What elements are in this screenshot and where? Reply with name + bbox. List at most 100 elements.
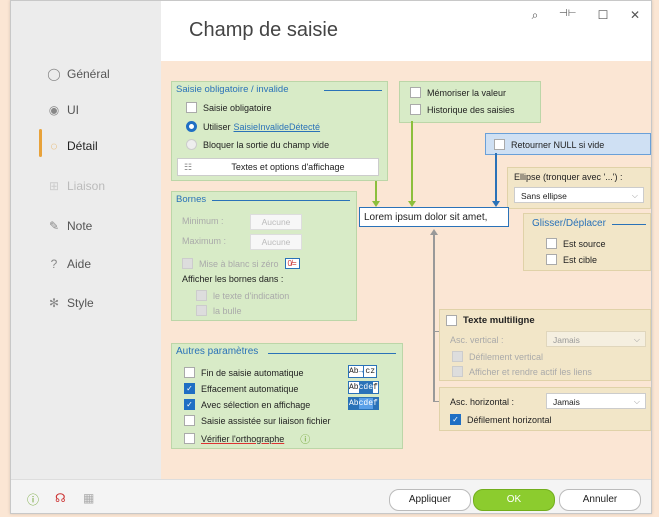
sidebar-item-label: Note bbox=[67, 219, 93, 233]
est-source-row[interactable]: Est source bbox=[546, 238, 606, 249]
asc-vertical-select: Jamais ⌵ bbox=[546, 331, 646, 347]
saisie-obligatoire-row[interactable]: Saisie obligatoire bbox=[186, 102, 272, 113]
autres-panel: Autres paramètres Fin de saisie automati… bbox=[171, 343, 403, 449]
help-icon[interactable]: ⓘ bbox=[300, 431, 310, 446]
defil-vertical-row: Défilement vertical bbox=[452, 351, 543, 362]
effacement-label: Effacement automatique bbox=[201, 383, 299, 394]
active-nav-indicator bbox=[39, 129, 42, 157]
saisie-panel: Saisie obligatoire / invalide Saisie obl… bbox=[171, 81, 388, 181]
bornes-panel: Bornes Minimum : Aucune Maximum : Aucune… bbox=[171, 191, 357, 321]
checkbox[interactable]: ✓ bbox=[184, 399, 195, 410]
ok-button[interactable]: OK bbox=[473, 489, 555, 511]
checkbox[interactable]: ✓ bbox=[184, 383, 195, 394]
checkbox[interactable] bbox=[184, 367, 195, 378]
bornes-heading: Bornes bbox=[176, 194, 207, 205]
ellipse-select[interactable]: Sans ellipse ⌵ bbox=[514, 187, 644, 203]
link-icon: ⊞ bbox=[48, 179, 60, 193]
mise-blanc-row: Mise à blanc si zéro 0̸= bbox=[182, 258, 300, 269]
checkbox[interactable] bbox=[184, 433, 195, 444]
autres-heading: Autres paramètres bbox=[176, 346, 259, 357]
heading-divider bbox=[324, 90, 382, 91]
settings-icon: ☷ bbox=[183, 161, 193, 172]
sample-text: cz bbox=[363, 366, 376, 377]
assistee-row[interactable]: Saisie assistée sur liaison fichier bbox=[184, 415, 331, 426]
checkbox bbox=[196, 290, 207, 301]
maximum-label: Maximum : bbox=[182, 236, 227, 246]
sidebar-item-note[interactable]: ✎ Note bbox=[47, 219, 92, 233]
sample-selection: cde bbox=[358, 382, 374, 393]
sample-text: Ab bbox=[349, 367, 359, 376]
sample-text: Ab bbox=[349, 399, 359, 408]
dialog-window: Champ de saisie ⌕ ⊣⊢ ☐ ✕ ◯ Général ◉ UI … bbox=[10, 0, 652, 514]
sidebar-item-aide[interactable]: ? Aide bbox=[47, 257, 91, 271]
sidebar-item-style[interactable]: ✻ Style bbox=[47, 296, 94, 310]
sidebar-item-label: Aide bbox=[67, 257, 92, 271]
defil-horizontal-row[interactable]: ✓ Défilement horizontal bbox=[450, 414, 552, 425]
search-icon[interactable]: ⌕ bbox=[527, 8, 543, 23]
texte-indication-label: le texte d'indication bbox=[213, 290, 290, 301]
close-icon[interactable]: ✕ bbox=[627, 8, 643, 22]
sidebar-item-detail[interactable]: ◌ Détail bbox=[47, 139, 97, 153]
ellipse-value: Sans ellipse bbox=[521, 191, 567, 201]
radio-button[interactable] bbox=[186, 121, 197, 132]
fin-saisie-row[interactable]: Fin de saisie automatique bbox=[184, 367, 304, 378]
asc-vertical-label: Asc. vertical : bbox=[450, 335, 504, 345]
style-palette-icon[interactable]: ☊ bbox=[55, 491, 66, 505]
saisie-invalide-link[interactable]: SaisieInvalideDétecté bbox=[234, 122, 321, 132]
retourner-null-panel: Retourner NULL si vide bbox=[485, 133, 651, 155]
maximize-icon[interactable]: ☐ bbox=[595, 8, 611, 22]
grid-icon[interactable]: ▦ bbox=[83, 491, 94, 505]
radio-circle-icon: ◯ bbox=[47, 67, 61, 81]
fin-saisie-sample: Ab → cz bbox=[348, 365, 378, 378]
historique-label: Historique des saisies bbox=[427, 104, 515, 115]
checkbox bbox=[452, 366, 463, 377]
checkbox[interactable] bbox=[410, 87, 421, 98]
saisie-obligatoire-label: Saisie obligatoire bbox=[203, 102, 272, 113]
retourner-null-row[interactable]: Retourner NULL si vide bbox=[494, 139, 604, 150]
checkbox[interactable] bbox=[546, 254, 557, 265]
zero-blank-icon: 0̸= bbox=[284, 258, 300, 269]
detail-icon: ◌ bbox=[50, 139, 58, 153]
connector-line bbox=[411, 121, 413, 203]
historique-row[interactable]: Historique des saisies bbox=[410, 104, 515, 115]
bloquer-label: Bloquer la sortie du champ vide bbox=[203, 139, 330, 150]
bloquer-row[interactable]: Bloquer la sortie du champ vide bbox=[186, 139, 329, 150]
appliquer-button[interactable]: Appliquer bbox=[389, 489, 471, 511]
est-cible-row[interactable]: Est cible bbox=[546, 254, 597, 265]
asc-horizontal-select[interactable]: Jamais ⌵ bbox=[546, 393, 646, 409]
chevron-down-icon: ⌵ bbox=[631, 191, 638, 200]
checkbox[interactable] bbox=[546, 238, 557, 249]
effacement-row[interactable]: ✓ Effacement automatique bbox=[184, 383, 298, 394]
multiligne-row[interactable]: Texte multiligne bbox=[446, 315, 535, 326]
utiliser-label: Utiliser bbox=[203, 121, 231, 132]
help-icon[interactable]: ⓘ bbox=[27, 491, 39, 508]
annuler-button[interactable]: Annuler bbox=[559, 489, 641, 511]
checkbox[interactable] bbox=[410, 104, 421, 115]
ellipse-panel: Ellipse (tronquer avec '...') : Sans ell… bbox=[507, 167, 651, 209]
checkbox[interactable] bbox=[184, 415, 195, 426]
memoriser-row[interactable]: Mémoriser la valeur bbox=[410, 87, 506, 98]
avec-selection-row[interactable]: ✓ Avec sélection en affichage bbox=[184, 399, 310, 410]
radio-button[interactable] bbox=[186, 139, 197, 150]
textes-options-button[interactable]: ☷ Textes et options d'affichage bbox=[177, 158, 379, 176]
sidebar-item-general[interactable]: ◯ Général bbox=[47, 67, 109, 81]
defil-horizontal-label: Défilement horizontal bbox=[467, 414, 552, 425]
memoriser-label: Mémoriser la valeur bbox=[427, 87, 507, 98]
saisie-heading: Saisie obligatoire / invalide bbox=[176, 84, 289, 95]
checkbox[interactable] bbox=[446, 315, 457, 326]
afficher-liens-row: Afficher et rendre actif les liens bbox=[452, 366, 592, 377]
heading-divider bbox=[268, 353, 396, 354]
pin-icon[interactable]: ⊣⊢ bbox=[559, 8, 576, 19]
utiliser-row[interactable]: Utiliser SaisieInvalideDétecté bbox=[186, 121, 320, 132]
sidebar-item-ui[interactable]: ◉ UI bbox=[47, 103, 79, 117]
effacement-sample: Ab cde f bbox=[348, 381, 379, 394]
checkbox[interactable] bbox=[494, 139, 505, 150]
horizontal-panel: Asc. horizontal : Jamais ⌵ ✓ Défilement … bbox=[439, 387, 651, 431]
maximum-input: Aucune bbox=[250, 234, 302, 250]
selection-sample: Ab cde f bbox=[348, 397, 379, 410]
pencil-icon: ✎ bbox=[48, 219, 60, 233]
verifier-row[interactable]: Vérifier l'orthographe ⓘ bbox=[184, 431, 310, 446]
checkbox[interactable]: ✓ bbox=[450, 414, 461, 425]
checkbox[interactable] bbox=[186, 102, 197, 113]
dialog-footer bbox=[11, 479, 651, 513]
